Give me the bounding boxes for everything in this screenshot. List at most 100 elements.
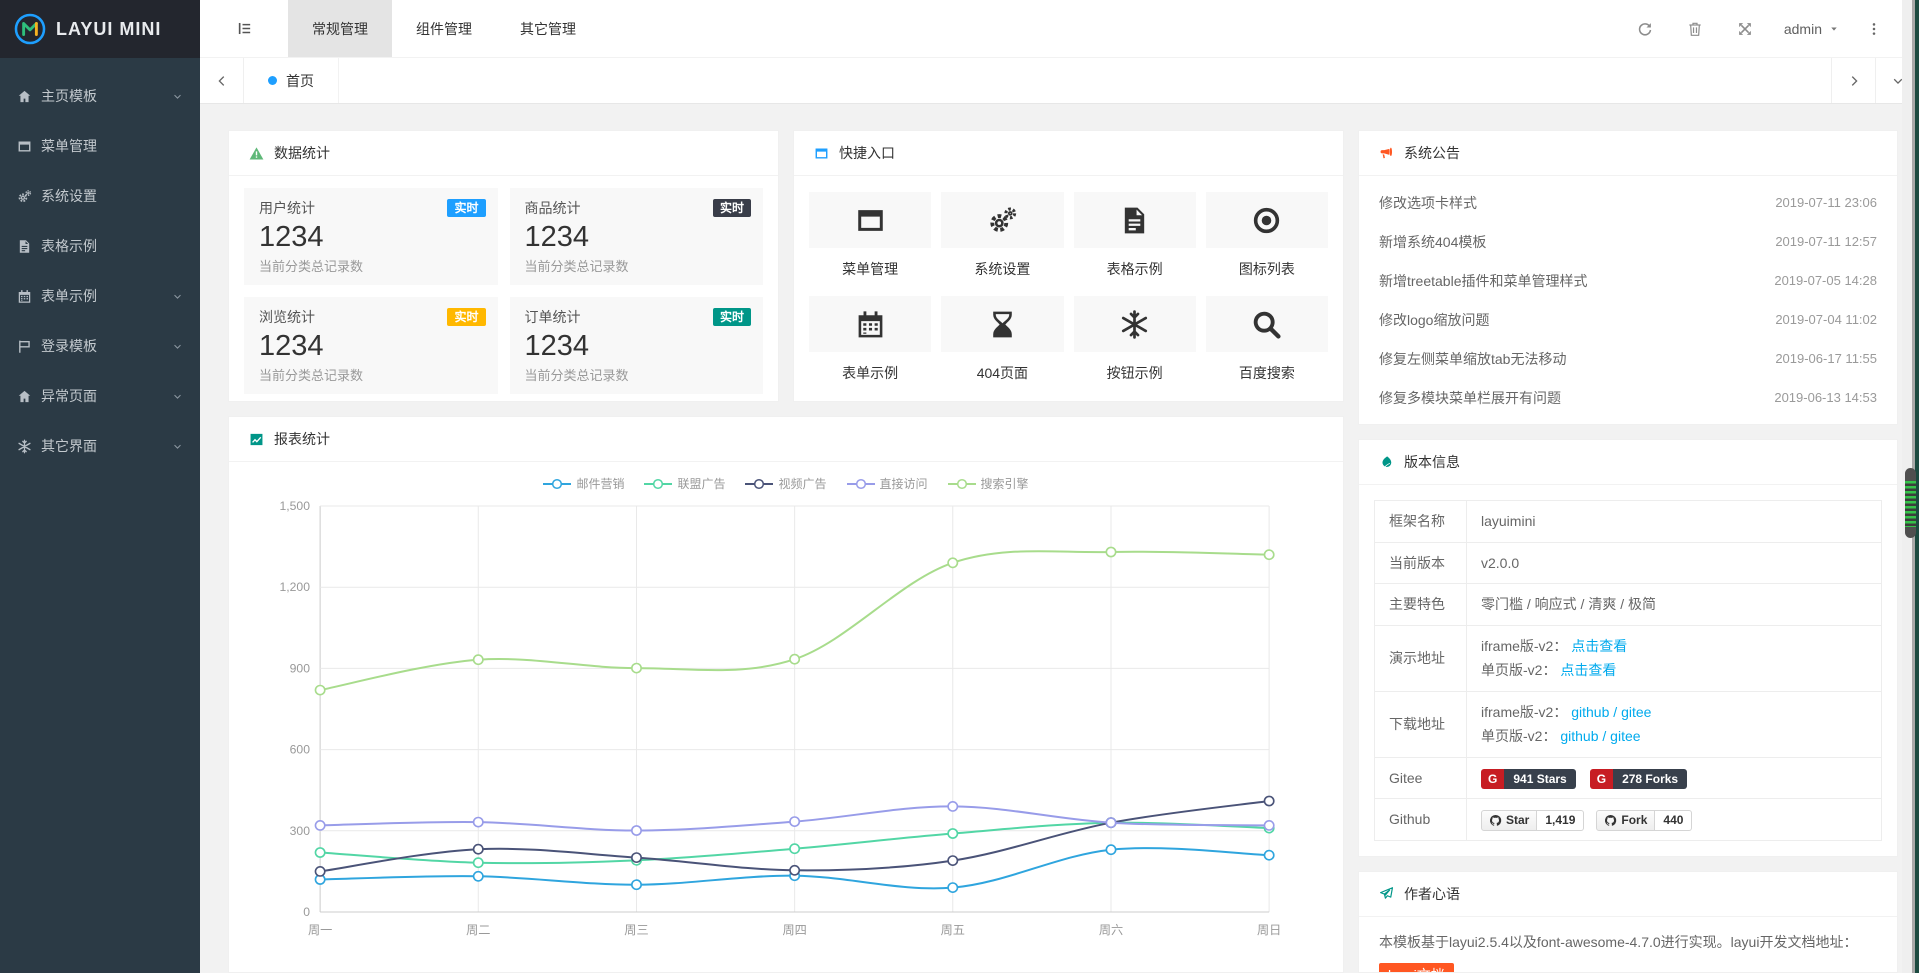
announcement-row[interactable]: 修改选项卡样式2019-07-11 23:06 xyxy=(1359,183,1897,222)
sidebar-item[interactable]: 菜单管理 xyxy=(0,121,200,171)
svg-text:周二: 周二 xyxy=(466,923,490,937)
announcement-row[interactable]: 新增系统404模板2019-07-11 12:57 xyxy=(1359,222,1897,261)
svg-text:周五: 周五 xyxy=(941,923,965,937)
version-row: 主要特色零门槛 / 响应式 / 清爽 / 极简 xyxy=(1375,584,1882,626)
tabs-scroll-left-button[interactable] xyxy=(200,58,244,103)
version-link[interactable]: github xyxy=(1560,728,1598,744)
stat-card-desc: 当前分类总记录数 xyxy=(525,256,749,275)
user-menu[interactable]: admin xyxy=(1770,0,1853,57)
shortcut-item[interactable]: 表单示例 xyxy=(809,296,931,396)
svg-text:周一: 周一 xyxy=(308,923,332,937)
announcement-row[interactable]: 新增treetable插件和菜单管理样式2019-07-05 14:28 xyxy=(1359,261,1897,300)
version-link[interactable]: gitee xyxy=(1610,728,1640,744)
github-icon xyxy=(1489,814,1502,827)
chevron-left-icon xyxy=(215,74,229,88)
shortcut-item[interactable]: 表格示例 xyxy=(1074,192,1196,292)
stat-card: 浏览统计1234当前分类总记录数实时 xyxy=(244,297,498,394)
megaphone-icon xyxy=(1379,146,1394,161)
shortcut-item[interactable]: 系统设置 xyxy=(941,192,1063,292)
version-link[interactable]: github xyxy=(1571,704,1609,720)
layui-doc-badge[interactable]: layui文档 xyxy=(1379,963,1454,973)
page-tabbar: 首页 xyxy=(200,58,1919,104)
sidebar-item[interactable]: 表格示例 xyxy=(0,221,200,271)
stat-card-value: 1234 xyxy=(259,221,483,254)
svg-text:周三: 周三 xyxy=(624,923,648,937)
version-row: 下载地址iframe版-v2： github / gitee单页版-v2： gi… xyxy=(1375,691,1882,757)
logo-text: LAYUI MINI xyxy=(56,19,161,40)
sidebar-item[interactable]: 其它界面 xyxy=(0,421,200,471)
realtime-badge: 实时 xyxy=(713,308,751,326)
page-scrollbar-track xyxy=(1902,0,1919,973)
version-panel-title: 版本信息 xyxy=(1404,452,1460,472)
shortcut-label: 系统设置 xyxy=(941,259,1063,279)
legend-item[interactable]: 联盟广告 xyxy=(644,475,725,492)
fullscreen-button[interactable] xyxy=(1720,0,1770,57)
version-link[interactable]: gitee xyxy=(1621,704,1651,720)
author-panel-header: 作者心语 xyxy=(1359,872,1897,917)
sidebar-toggle-button[interactable] xyxy=(200,0,288,57)
shortcut-item[interactable]: 菜单管理 xyxy=(809,192,931,292)
shortcuts-panel-header: 快捷入口 xyxy=(794,131,1343,176)
header-tab[interactable]: 常规管理 xyxy=(288,0,392,57)
shortcut-item[interactable]: 图标列表 xyxy=(1206,192,1328,292)
refresh-button[interactable] xyxy=(1620,0,1670,57)
clear-cache-button[interactable] xyxy=(1670,0,1720,57)
announcement-row[interactable]: 修复多模块菜单栏展开有问题2019-06-13 14:53 xyxy=(1359,378,1897,417)
stat-card-desc: 当前分类总记录数 xyxy=(259,365,483,384)
realtime-badge: 实时 xyxy=(713,199,751,217)
sidebar-item[interactable]: 登录模板 xyxy=(0,321,200,371)
version-row: Github Star1,419 Fork440 xyxy=(1375,799,1882,841)
tab-home[interactable]: 首页 xyxy=(244,58,339,103)
announcement-row[interactable]: 修改logo缩放问题2019-07-04 11:02 xyxy=(1359,300,1897,339)
shortcut-item[interactable]: 百度搜索 xyxy=(1206,296,1328,396)
legend-item[interactable]: 邮件营销 xyxy=(543,475,624,492)
flag-icon xyxy=(17,339,32,354)
stat-card: 订单统计1234当前分类总记录数实时 xyxy=(510,297,764,394)
version-row: GiteeG941 StarsG278 Forks xyxy=(1375,757,1882,799)
version-panel: 版本信息 框架名称layuimini当前版本v2.0.0主要特色零门槛 / 响应… xyxy=(1358,439,1898,857)
hourglass-icon xyxy=(987,309,1018,340)
legend-item[interactable]: 视频广告 xyxy=(745,475,826,492)
header-tab[interactable]: 其它管理 xyxy=(496,0,600,57)
version-row-label: 演示地址 xyxy=(1375,625,1467,691)
legend-item[interactable]: 直接访问 xyxy=(847,475,928,492)
chevron-down-icon xyxy=(172,391,183,402)
version-row-label: Github xyxy=(1375,799,1467,841)
version-row-value: G941 Stars G278 Forks xyxy=(1467,757,1882,799)
version-link[interactable]: 点击查看 xyxy=(1571,638,1627,654)
svg-text:周六: 周六 xyxy=(1099,923,1123,937)
tabs-scroll-right-button[interactable] xyxy=(1831,58,1875,103)
header-tabs: 常规管理组件管理其它管理 xyxy=(288,0,600,57)
header-tab[interactable]: 组件管理 xyxy=(392,0,496,57)
legend-label: 联盟广告 xyxy=(677,475,725,492)
report-panel: 报表统计 邮件营销联盟广告视频广告直接访问搜索引擎 03006009001,20… xyxy=(228,416,1344,973)
page-scrollbar-thumb[interactable] xyxy=(1905,468,1916,538)
sidebar-item-label: 表格示例 xyxy=(41,236,183,256)
sidebar-item[interactable]: 异常页面 xyxy=(0,371,200,421)
report-panel-title: 报表统计 xyxy=(274,429,330,449)
chevron-down-icon xyxy=(172,341,183,352)
legend-label: 直接访问 xyxy=(880,475,928,492)
sidebar-item[interactable]: 主页模板 xyxy=(0,71,200,121)
shortcut-item[interactable]: 按钮示例 xyxy=(1074,296,1196,396)
announcements-panel-header: 系统公告 xyxy=(1359,131,1897,176)
announcement-row[interactable]: 修复左侧菜单缩放tab无法移动2019-06-17 11:55 xyxy=(1359,339,1897,378)
author-panel: 作者心语 本模板基于layui2.5.4以及font-awesome-4.7.0… xyxy=(1358,871,1898,973)
sidebar-item[interactable]: 表单示例 xyxy=(0,271,200,321)
github-badge[interactable]: Star1,419 xyxy=(1481,810,1584,831)
shortcut-item[interactable]: 404页面 xyxy=(941,296,1063,396)
version-link[interactable]: 点击查看 xyxy=(1560,662,1616,678)
gitee-badge[interactable]: G941 Stars xyxy=(1481,769,1576,789)
legend-item[interactable]: 搜索引擎 xyxy=(948,475,1029,492)
realtime-badge: 实时 xyxy=(447,199,485,217)
more-menu-button[interactable] xyxy=(1853,0,1895,57)
legend-marker-icon xyxy=(745,478,773,490)
logo[interactable]: LAYUI MINI xyxy=(0,0,200,58)
line-chart: 03006009001,2001,500周一周二周三周四周五周六周日 xyxy=(244,494,1328,954)
gitee-badge[interactable]: G278 Forks xyxy=(1590,769,1687,789)
github-badge[interactable]: Fork440 xyxy=(1596,810,1692,831)
header: 常规管理组件管理其它管理 admin xyxy=(200,0,1919,58)
svg-text:1,500: 1,500 xyxy=(280,499,311,513)
sidebar-item[interactable]: 系统设置 xyxy=(0,171,200,221)
version-row-label: 主要特色 xyxy=(1375,584,1467,626)
